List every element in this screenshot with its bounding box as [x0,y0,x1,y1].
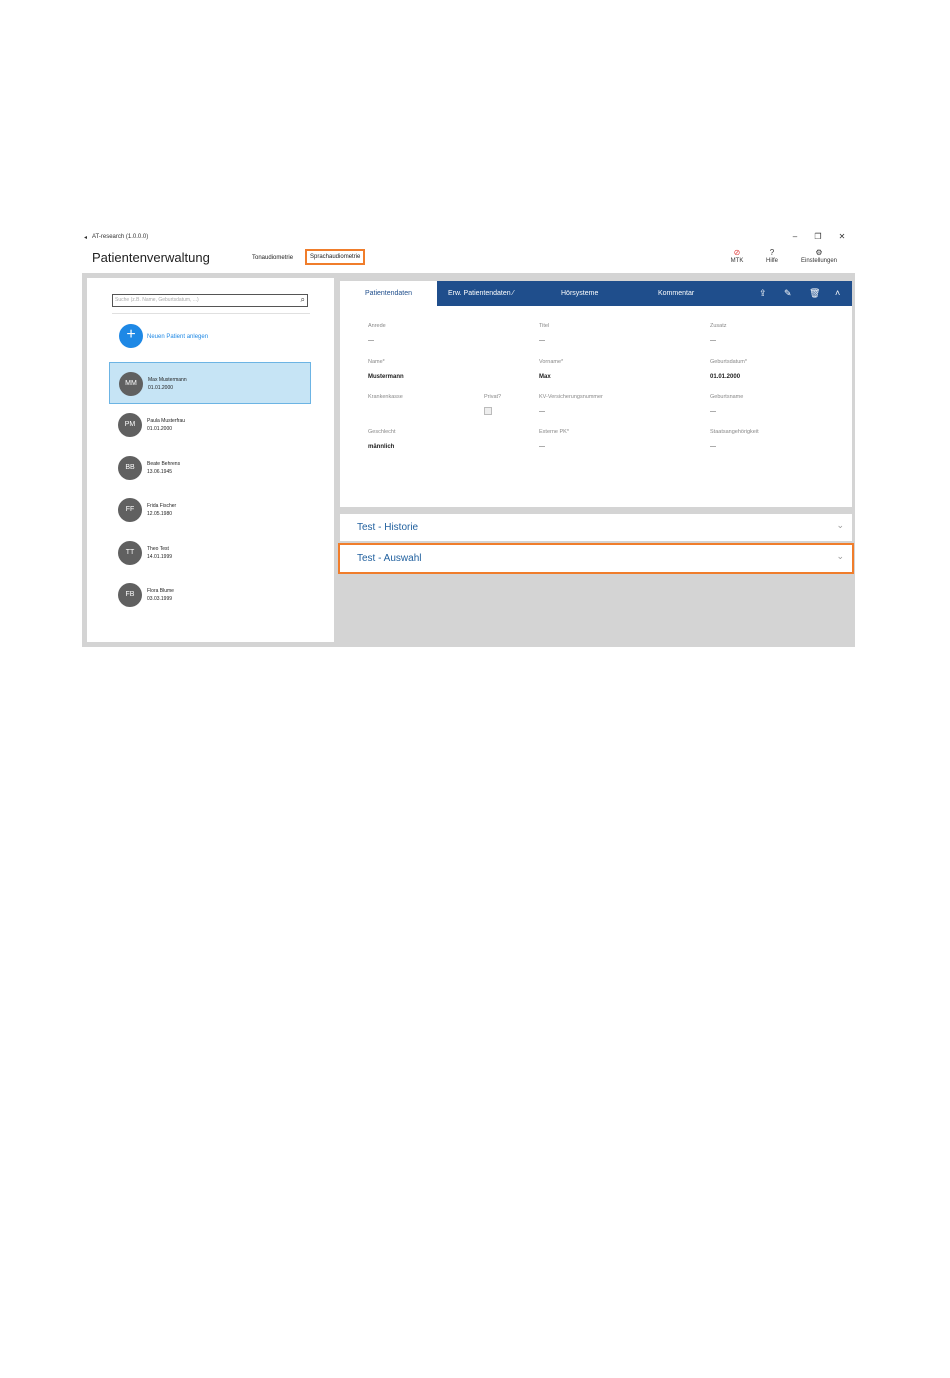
field-value-vorname: Max [539,374,551,380]
restore-button[interactable]: ❐ [812,232,824,241]
add-patient-label[interactable]: Neuen Patient anlegen [147,334,208,340]
field-label-name: Name* [368,359,385,365]
avatar: FB [118,583,142,607]
page-title: Patientenverwaltung [92,250,210,265]
settings-label: Einstellungen [800,258,838,264]
tab-erw-patientendaten[interactable]: Erw. Patientendaten ⁄ [448,281,514,306]
field-value-anrede: --- [368,338,374,344]
accordion-test-historie[interactable]: Test - Historie ⌄ [340,514,852,541]
tab-bar: Patientendaten Erw. Patientendaten ⁄ Hör… [340,281,852,306]
plus-icon: + [126,326,136,343]
close-button[interactable]: ✕ [836,232,848,241]
help-icon: ? [769,248,775,257]
privat-checkbox[interactable] [484,407,492,415]
search-placeholder: Suche (z.B. Name, Geburtsdatum, ...) [115,297,199,303]
edit-icon[interactable]: ✎ [784,281,792,306]
field-value-staatsangehoerigkeit: --- [710,444,716,450]
window-title: AT-research (1.0.0.0) [92,234,149,240]
title-bar: ◂ AT-research (1.0.0.0) – ❐ ✕ [82,230,855,246]
patient-item-fb[interactable]: FB Flora Blume 03.03.1999 [109,574,311,616]
patient-name: Beate Behrens [147,461,181,467]
app-icon: ◂ [84,235,88,241]
patient-name: Max Mustermann [148,377,187,383]
field-value-kv: --- [539,409,545,415]
field-value-name: Mustermann [368,374,404,380]
patient-data-card: Patientendaten Erw. Patientendaten ⁄ Hör… [340,281,852,507]
patient-dob: 01.01.2000 [147,426,173,432]
field-label-geburtsdatum: Geburtsdatum* [710,359,747,365]
tab-patientendaten[interactable]: Patientendaten [340,281,437,306]
patient-dob: 13.06.1945 [147,469,173,475]
avatar: PM [118,413,142,437]
patient-item-mm[interactable]: MM Max Mustermann 01.01.2000 [109,362,311,404]
patient-dob: 12.05.1980 [147,511,173,517]
settings-button[interactable]: ⚙ Einstellungen [796,248,842,264]
content-area: Suche (z.B. Name, Geburtsdatum, ...) ⌕ +… [82,273,855,647]
nav-tonaudiometrie[interactable]: Tonaudiometrie [252,255,293,261]
patient-name: Frida Fischer [147,503,177,509]
accordion-test-auswahl[interactable]: Test - Auswahl ⌄ [338,543,854,574]
tab-hoersysteme[interactable]: Hörsysteme [561,281,598,306]
field-label-kv: KV-Versicherungsnummer [539,394,603,400]
patient-item-pm[interactable]: PM Paula Musterfrau 01.01.2000 [109,404,311,446]
export-icon[interactable]: ⇪ [759,281,767,306]
mtk-button[interactable]: ⊘ MTK [727,248,747,264]
accordion-title: Test - Auswahl [357,553,422,564]
app-header: Patientenverwaltung Tonaudiometrie Sprac… [82,246,855,273]
mtk-icon: ⊘ [733,248,741,257]
gear-icon: ⚙ [815,248,823,257]
divider [112,313,310,314]
field-value-geschlecht: männlich [368,444,395,450]
patient-name: Paula Musterfrau [147,418,186,424]
field-value-externe-pk: --- [539,444,545,450]
patient-name: Flora Blume [147,588,174,594]
help-button[interactable]: ? Hilfe [762,248,782,264]
search-icon: ⌕ [300,295,305,304]
field-label-krankenkasse: Krankenkasse [368,394,403,400]
field-label-anrede: Anrede [368,323,386,329]
mtk-label: MTK [730,258,744,264]
patient-name: Theo Test [147,546,169,552]
field-label-geburtsname: Geburtsname [710,394,744,400]
patient-dob: 03.03.1999 [147,596,173,602]
field-label-privat: Privat? [484,394,502,400]
field-value-geburtsname: --- [710,409,716,415]
field-value-geburtsdatum: 01.01.2000 [710,374,741,380]
avatar: MM [119,372,143,396]
accordion-title: Test - Historie [357,522,419,533]
avatar: FF [118,498,142,522]
avatar: TT [118,541,142,565]
minimize-button[interactable]: – [789,232,801,241]
field-value-titel: --- [539,338,545,344]
field-label-vorname: Vorname* [539,359,564,365]
add-patient-button[interactable]: + [119,324,143,348]
patient-list-pane: Suche (z.B. Name, Geburtsdatum, ...) ⌕ +… [87,278,334,642]
field-value-zusatz: --- [710,338,716,344]
field-label-zusatz: Zusatz [710,323,727,329]
patient-item-ff[interactable]: FF Frida Fischer 12.05.1980 [109,489,311,531]
nav-sprachaudiometrie[interactable]: Sprachaudiometrie [305,249,366,265]
chevron-up-icon[interactable]: ˄ [835,281,840,306]
delete-icon[interactable]: 🗑 [809,281,820,306]
app-window: ◂ AT-research (1.0.0.0) – ❐ ✕ Patientenv… [82,230,855,647]
patient-dob: 14.01.1999 [147,554,173,560]
patient-item-tt[interactable]: TT Theo Test 14.01.1999 [109,532,311,574]
field-label-externe-pk: Externe PK* [539,429,569,435]
patient-item-bb[interactable]: BB Beate Behrens 13.06.1945 [109,447,311,489]
field-label-staatsangehoerigkeit: Staatsangehörigkeit [710,429,759,435]
avatar: BB [118,456,142,480]
chevron-down-icon: ⌄ [836,520,844,530]
field-label-geschlecht: Geschlecht [368,429,396,435]
tab-kommentar[interactable]: Kommentar [658,281,694,306]
field-label-titel: Titel [539,323,550,329]
chevron-down-icon: ⌄ [836,551,844,561]
search-input[interactable]: Suche (z.B. Name, Geburtsdatum, ...) ⌕ [112,294,308,307]
patient-dob: 01.01.2000 [148,385,174,391]
help-label: Hilfe [765,258,778,264]
